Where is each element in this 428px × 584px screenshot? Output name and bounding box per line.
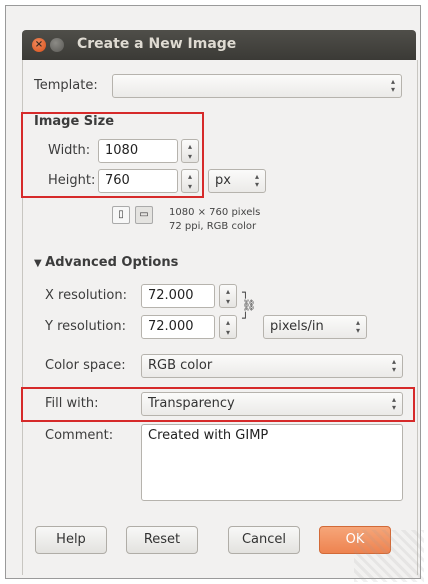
create-image-dialog: Template: ▴ ▾ Image Size Width: 1080 ▴ ▾ H…	[21, 60, 418, 575]
fill-combo[interactable]: Transparency ▴ ▾	[141, 392, 403, 416]
unit-value: px	[215, 173, 231, 188]
landscape-icon[interactable]: ▭	[135, 206, 153, 224]
watermark	[354, 530, 424, 582]
updown-icon: ▴ ▾	[391, 357, 396, 374]
height-label: Height:	[48, 173, 96, 188]
xres-input[interactable]: 72.000	[141, 284, 215, 308]
reset-button[interactable]: Reset	[126, 526, 198, 554]
yres-label: Y resolution:	[45, 319, 126, 334]
fill-label: Fill with:	[45, 396, 99, 411]
resolution-unit-combo[interactable]: pixels/in ▴ ▾	[263, 315, 367, 339]
fill-value: Transparency	[148, 396, 235, 411]
close-icon[interactable]: ×	[32, 38, 46, 52]
cancel-button[interactable]: Cancel	[228, 526, 300, 554]
updown-icon: ▴ ▾	[355, 318, 360, 335]
portrait-icon[interactable]: ▯	[112, 206, 130, 224]
help-button[interactable]: Help	[35, 526, 107, 554]
comment-label: Comment:	[45, 428, 114, 443]
chain-link-icon[interactable]: ┐ ⛓ ┘	[242, 286, 256, 325]
triangle-down-icon: ▼	[34, 258, 46, 269]
advanced-heading: Advanced Options	[45, 255, 179, 270]
image-size-heading: Image Size	[34, 114, 115, 129]
template-label: Template:	[34, 78, 98, 93]
resolution-unit-value: pixels/in	[270, 319, 324, 334]
width-input[interactable]: 1080	[98, 139, 178, 163]
colorspace-value: RGB color	[148, 358, 213, 373]
width-spinner[interactable]: ▴ ▾	[181, 139, 199, 163]
template-combo[interactable]: ▴ ▾	[112, 74, 402, 98]
updown-icon: ▴ ▾	[254, 172, 259, 189]
height-spinner[interactable]: ▴ ▾	[181, 169, 199, 193]
updown-icon: ▴ ▾	[391, 395, 396, 412]
advanced-options-expander[interactable]: ▼ Advanced Options	[34, 255, 178, 270]
size-info-line2: 72 ppi, RGB color	[169, 221, 257, 232]
xres-spinner[interactable]: ▴ ▾	[219, 284, 237, 308]
xres-label: X resolution:	[45, 288, 127, 303]
updown-icon: ▴ ▾	[390, 77, 395, 94]
width-label: Width:	[48, 143, 91, 158]
yres-input[interactable]: 72.000	[141, 315, 215, 339]
colorspace-combo[interactable]: RGB color ▴ ▾	[141, 354, 403, 378]
minimize-icon[interactable]	[50, 38, 64, 52]
window-title: Create a New Image	[77, 36, 237, 52]
size-info-line1: 1080 × 760 pixels	[169, 207, 261, 218]
unit-combo[interactable]: px ▴ ▾	[208, 169, 266, 193]
height-input[interactable]: 760	[98, 169, 178, 193]
title-bar[interactable]: × Create a New Image	[22, 30, 416, 60]
yres-spinner[interactable]: ▴ ▾	[219, 315, 237, 339]
comment-textarea[interactable]: Created with GIMP	[141, 424, 403, 501]
colorspace-label: Color space:	[45, 358, 126, 373]
